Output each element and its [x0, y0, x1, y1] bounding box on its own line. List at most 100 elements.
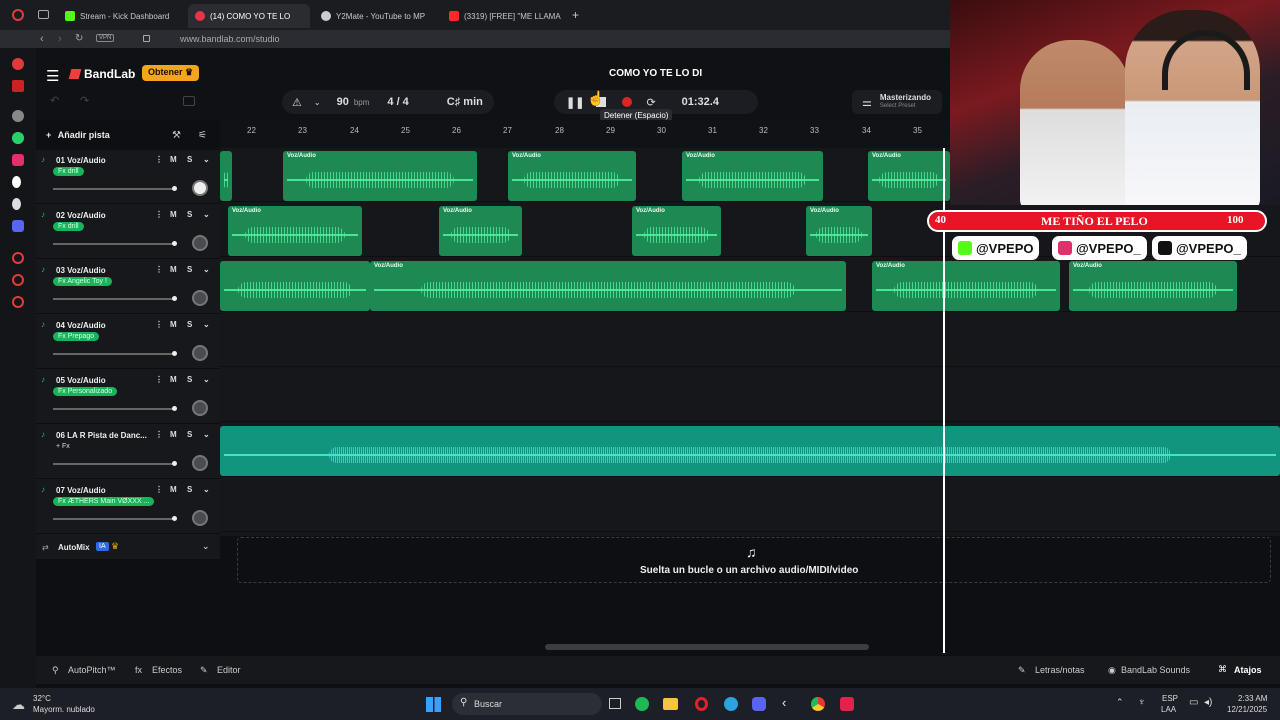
track-header[interactable]: ♪ 01 Voz/Audio Fx drill ⋮ M S ⌄: [36, 150, 220, 204]
discord-icon[interactable]: [752, 697, 766, 711]
pause-icon[interactable]: ❚❚: [566, 96, 584, 109]
url-text[interactable]: www.bandlab.com/studio: [180, 34, 280, 44]
solo-button[interactable]: S: [187, 155, 192, 164]
chevron-down-icon[interactable]: ⌄: [203, 265, 210, 274]
track-lane[interactable]: [220, 368, 1280, 422]
time-signature[interactable]: 4 / 4: [387, 96, 408, 108]
lyrics-button[interactable]: Letras/notas: [1035, 665, 1085, 675]
telegram-icon[interactable]: [724, 697, 738, 711]
chevron-down-icon[interactable]: ⌄: [203, 430, 210, 439]
effects-button[interactable]: Efectos: [152, 665, 182, 675]
solo-button[interactable]: S: [187, 210, 192, 219]
record-button[interactable]: [622, 97, 633, 107]
audio-clip[interactable]: Voz/Audio: [508, 151, 636, 201]
forward-icon[interactable]: ›: [58, 33, 62, 45]
mastering-button[interactable]: ⚌ Masterizando Select Preset: [852, 90, 942, 114]
windows-start-icon[interactable]: [426, 697, 441, 712]
chevron-down-icon[interactable]: ⌄: [203, 155, 210, 164]
volume-slider[interactable]: [53, 296, 177, 301]
volume-slider[interactable]: [53, 516, 177, 521]
track-header[interactable]: ♪ 04 Voz/Audio Fx Prepago ⋮ M S ⌄: [36, 315, 220, 369]
fx-chip[interactable]: Fx Personalizado: [53, 387, 118, 396]
back-icon[interactable]: ‹: [40, 33, 44, 45]
pan-knob[interactable]: [192, 290, 208, 306]
lang-primary[interactable]: ESP: [1162, 694, 1178, 703]
more-icon[interactable]: ⋮: [155, 485, 163, 494]
volume-slider[interactable]: [53, 461, 177, 466]
lang-secondary[interactable]: LAA: [1161, 705, 1176, 714]
horizontal-scrollbar[interactable]: [545, 644, 869, 650]
pan-knob[interactable]: [192, 455, 208, 471]
undo-icon[interactable]: ↶: [50, 94, 59, 107]
audio-clip[interactable]: Voz/Audio: [439, 206, 522, 256]
vpn-badge[interactable]: VPN: [96, 34, 115, 42]
audio-clip[interactable]: [220, 261, 370, 311]
fx-chip[interactable]: Fx ÆTHERS Main VØXXX ...: [53, 497, 155, 506]
automix-row[interactable]: ⇄ AutoMix IA ♛ ⌄: [36, 537, 220, 559]
chevron-down-icon[interactable]: ⌄: [203, 375, 210, 384]
browser-menu-icon[interactable]: [12, 9, 24, 21]
x-icon[interactable]: [12, 198, 21, 210]
tab-youtube[interactable]: (3319) [FREE] "ME LLAMA: [442, 4, 568, 28]
chrome-icon[interactable]: [811, 697, 825, 711]
app-icon[interactable]: ‹: [782, 695, 786, 710]
fx-chip[interactable]: Fx Angelic Toy !: [53, 277, 112, 286]
tab-bandlab[interactable]: (14) COMO YO TE LO: [188, 4, 310, 28]
mute-button[interactable]: M: [170, 155, 177, 164]
tiktok-icon[interactable]: [840, 697, 854, 711]
pan-knob[interactable]: [192, 345, 208, 361]
add-track-button[interactable]: + Añadir pista: [46, 130, 110, 140]
track-name[interactable]: 05 Voz/Audio: [56, 376, 106, 385]
chevron-down-icon[interactable]: ⌄: [202, 541, 210, 552]
timeline-ruler[interactable]: 22 23 24 25 26 27 28 29 30 31 32 33 34 3…: [220, 120, 950, 148]
fx-chip[interactable]: Fx Prepago: [53, 332, 100, 341]
track-name[interactable]: 01 Voz/Audio: [56, 156, 106, 165]
pan-knob[interactable]: [192, 510, 208, 526]
tab-kick[interactable]: Stream - Kick Dashboard: [58, 4, 184, 28]
panel-icon[interactable]: [183, 96, 195, 106]
loop-icon[interactable]: ⟳: [646, 96, 655, 109]
chevron-up-icon[interactable]: ⌃: [1116, 697, 1124, 708]
track-header[interactable]: ♪ 03 Voz/Audio Fx Angelic Toy ! ⋮ M S ⌄: [36, 260, 220, 314]
track-lane[interactable]: [220, 478, 1280, 532]
clock-date[interactable]: 12/21/2025: [1227, 705, 1267, 714]
clock-icon[interactable]: [12, 252, 24, 264]
audio-clip[interactable]: Voz/Audio: [283, 151, 477, 201]
track-lane[interactable]: Voz/Audio Voz/Audio Voz/Audio: [220, 258, 1280, 312]
mute-button[interactable]: M: [170, 375, 177, 384]
tiktok-icon[interactable]: [12, 176, 21, 188]
weather-temp[interactable]: 32°C: [33, 694, 51, 703]
upgrade-button[interactable]: Obtener ♛: [142, 65, 200, 81]
track-lane[interactable]: [220, 423, 1280, 477]
track-header[interactable]: ♪ 05 Voz/Audio Fx Personalizado ⋮ M S ⌄: [36, 370, 220, 424]
mute-button[interactable]: M: [170, 320, 177, 329]
audio-clip[interactable]: Voz/Audio: [806, 206, 872, 256]
menu-icon[interactable]: ☰: [46, 67, 59, 85]
volume-icon[interactable]: ◂): [1204, 697, 1212, 708]
track-header[interactable]: ♪ 07 Voz/Audio Fx ÆTHERS Main VØXXX ... …: [36, 480, 220, 534]
audio-clip[interactable]: [220, 151, 232, 201]
wrench-icon[interactable]: ⚒: [172, 130, 181, 141]
mute-button[interactable]: M: [170, 485, 177, 494]
instagram-icon[interactable]: [12, 154, 24, 166]
audio-clip[interactable]: Voz/Audio: [228, 206, 362, 256]
weather-desc[interactable]: Mayorm. nublado: [33, 705, 95, 714]
track-lane[interactable]: [220, 313, 1280, 367]
shortcuts-button[interactable]: Atajos: [1234, 665, 1262, 675]
more-icon[interactable]: ⋮: [155, 210, 163, 219]
more-icon[interactable]: ⋮: [155, 155, 163, 164]
audio-clip[interactable]: Voz/Audio: [872, 261, 1060, 311]
volume-slider[interactable]: [53, 351, 177, 356]
filter-icon[interactable]: ⚟: [198, 130, 207, 141]
autopitch-button[interactable]: AutoPitch™: [68, 665, 116, 675]
opera-icon[interactable]: [695, 697, 708, 711]
audio-clip[interactable]: Voz/Audio: [682, 151, 823, 201]
more-icon[interactable]: ⋮: [155, 265, 163, 274]
solo-button[interactable]: S: [187, 265, 192, 274]
settings-icon[interactable]: [12, 296, 24, 308]
audio-clip[interactable]: Voz/Audio: [868, 151, 950, 201]
audio-clip[interactable]: Voz/Audio: [632, 206, 721, 256]
volume-slider[interactable]: [53, 186, 177, 191]
folder-icon[interactable]: [663, 698, 678, 710]
key-value[interactable]: C♯ min: [447, 96, 483, 108]
